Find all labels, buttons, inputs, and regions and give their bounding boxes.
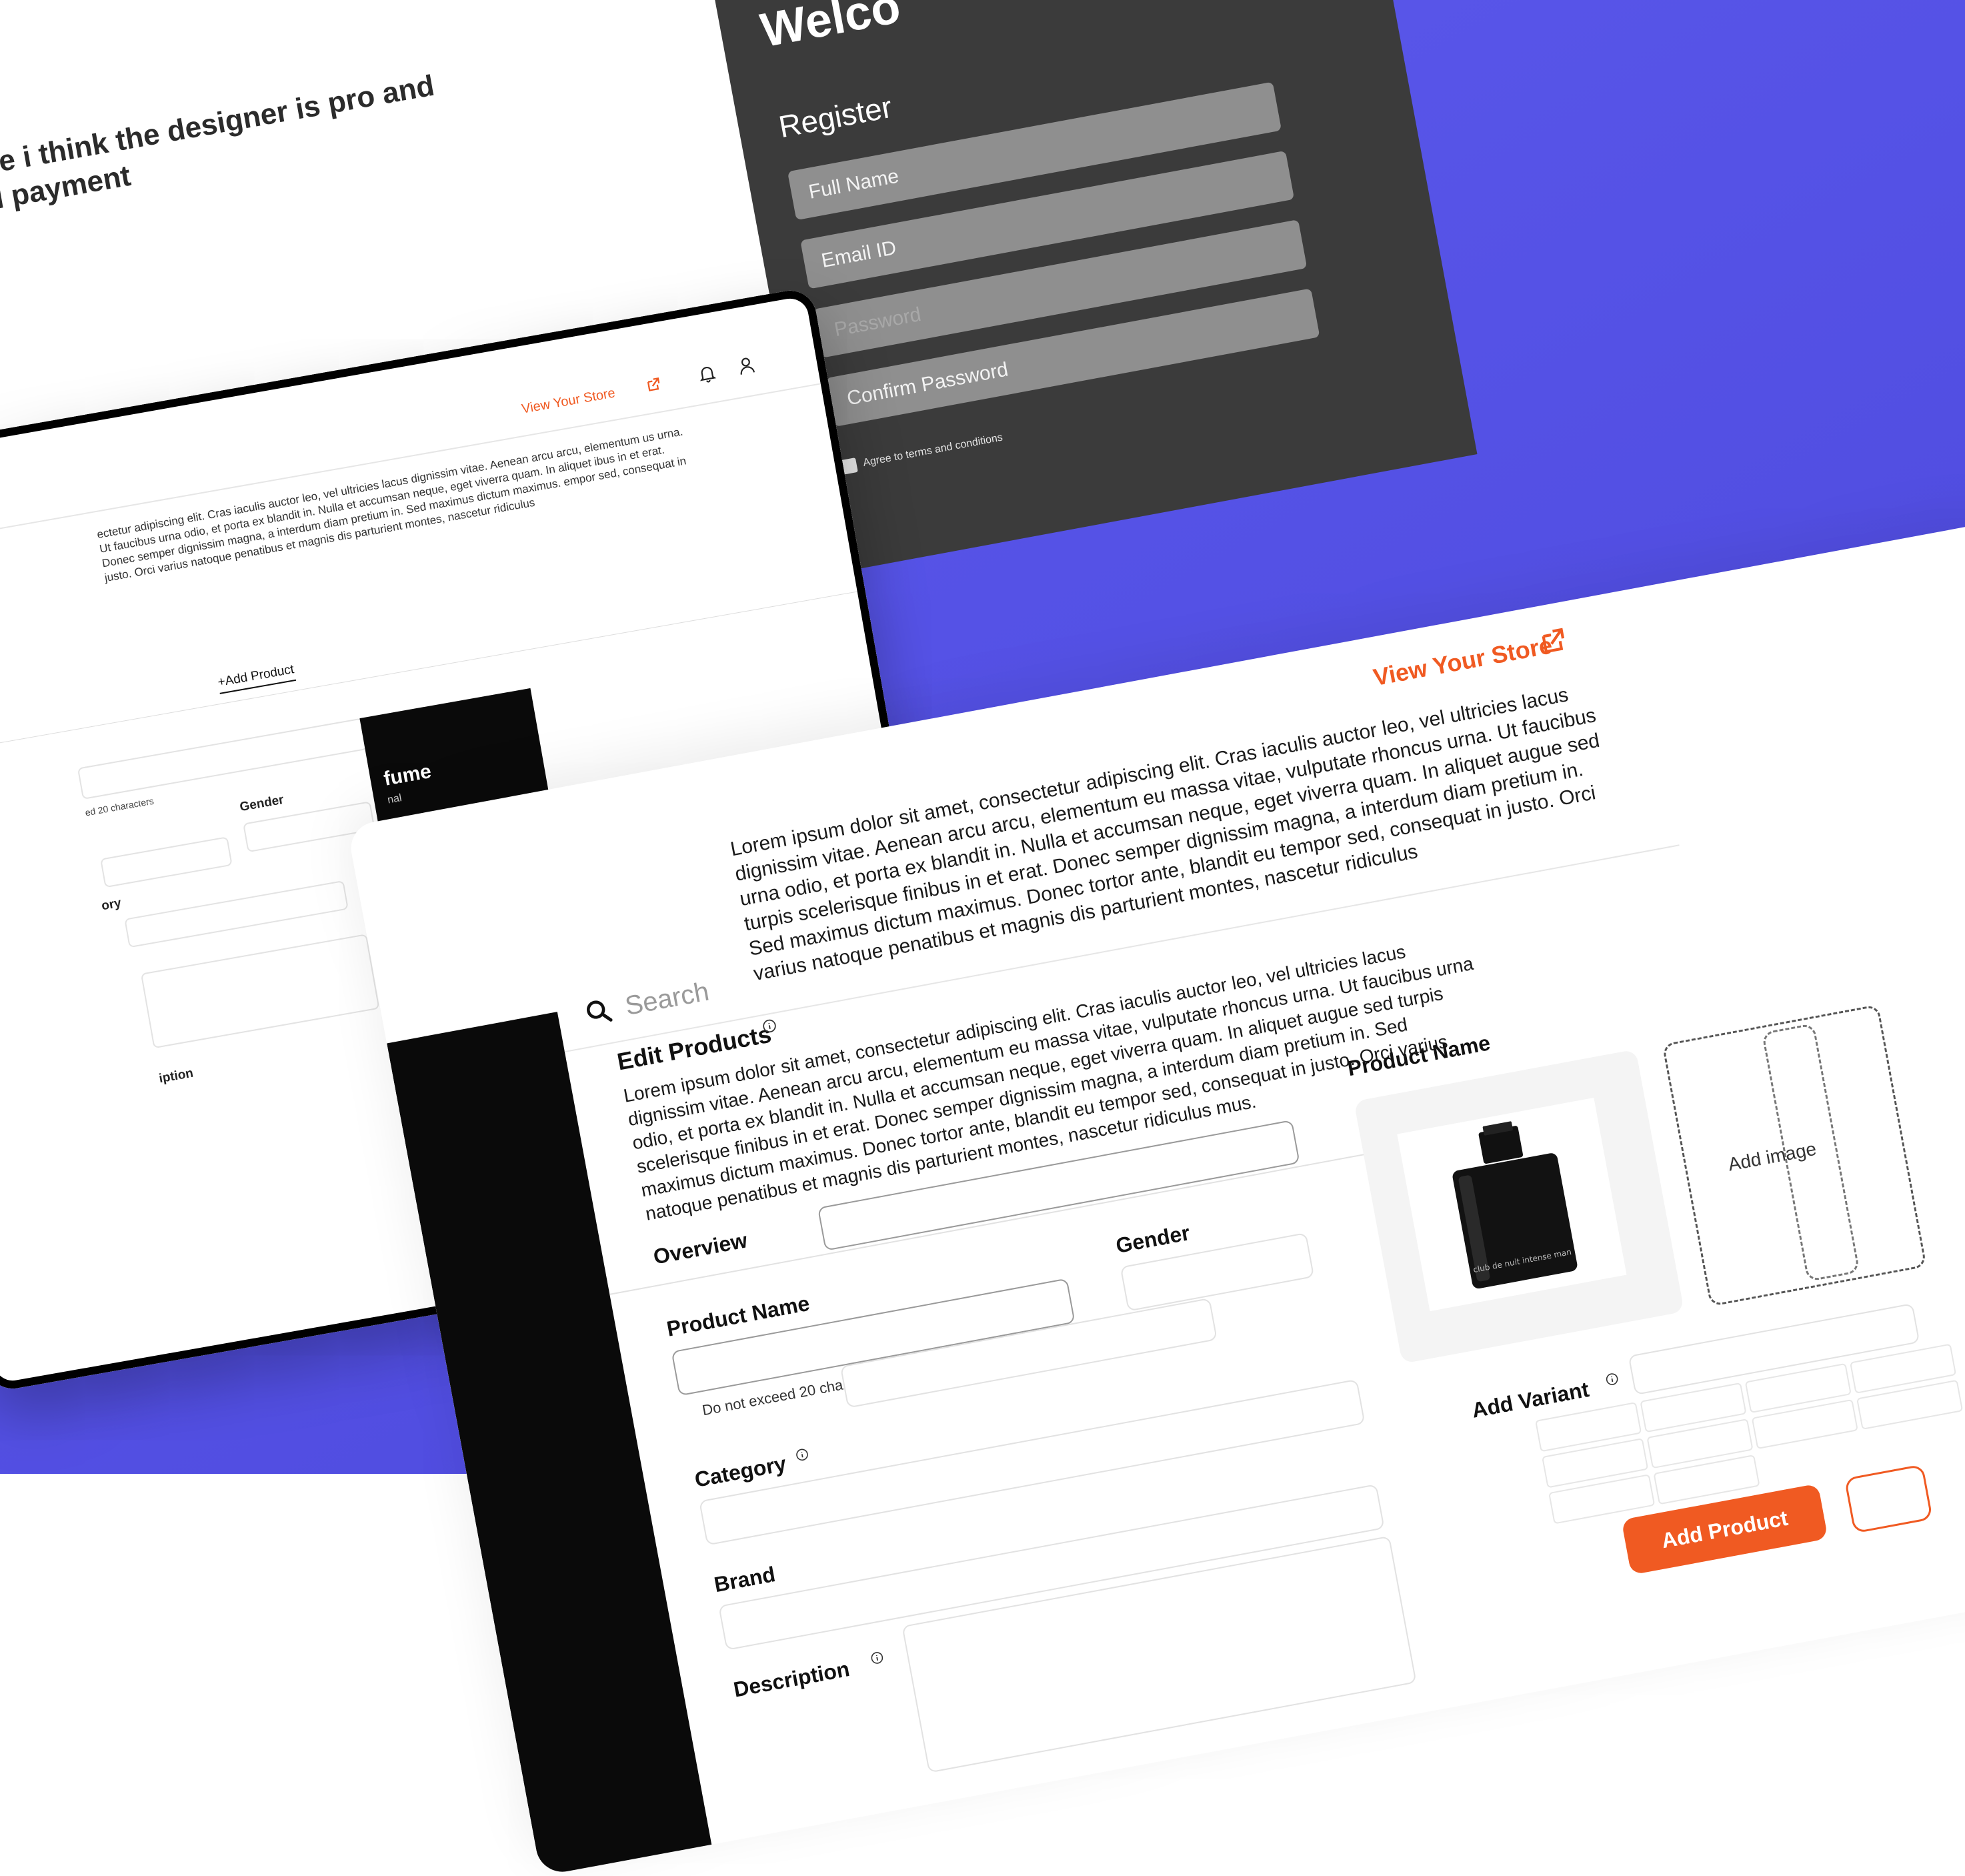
- gender-label: Gender: [1114, 1220, 1192, 1258]
- external-link-icon[interactable]: [1538, 626, 1569, 657]
- terms-row[interactable]: Agree to terms and conditions: [841, 431, 1004, 475]
- tab-overview[interactable]: Overview: [651, 1228, 749, 1269]
- product-image: club de nuit intense man: [1397, 1097, 1627, 1312]
- register-welcome-heading: Welco: [756, 0, 905, 58]
- variant-info-icon[interactable]: [1604, 1371, 1620, 1386]
- view-store-link[interactable]: View Your Store: [1371, 631, 1554, 692]
- brand-label: Brand: [712, 1562, 777, 1597]
- category-info-icon[interactable]: [794, 1447, 809, 1463]
- terms-label: Agree to terms and conditions: [861, 431, 1004, 469]
- description-label: Description: [731, 1657, 851, 1702]
- secondary-button[interactable]: [1844, 1464, 1933, 1534]
- search-icon[interactable]: [582, 995, 615, 1028]
- perfume-bottle-image: club de nuit intense man: [1452, 1121, 1578, 1289]
- info-icon[interactable]: [761, 1018, 778, 1035]
- register-title: Register: [775, 89, 895, 145]
- description-info-icon[interactable]: [869, 1650, 885, 1665]
- category-label: Category: [692, 1451, 788, 1492]
